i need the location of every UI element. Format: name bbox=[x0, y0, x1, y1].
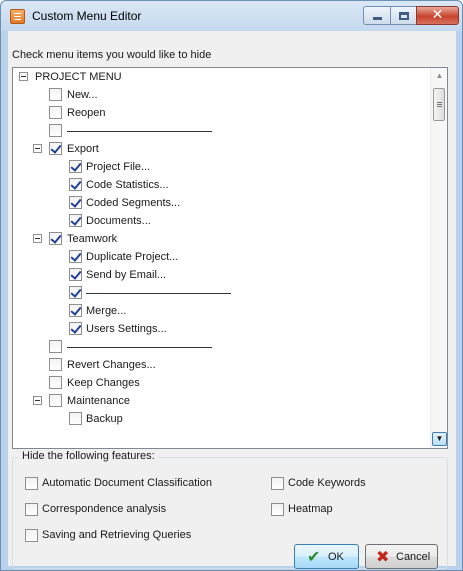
tree-item-label: Code Statistics... bbox=[86, 179, 169, 191]
tree-item[interactable] bbox=[13, 284, 423, 302]
minimize-icon bbox=[373, 17, 382, 20]
window-title: Custom Menu Editor bbox=[32, 9, 142, 23]
tree-item-label: Export bbox=[67, 143, 99, 155]
tree-item-label: Backup bbox=[86, 413, 123, 425]
tree-item-checkbox[interactable] bbox=[49, 394, 62, 407]
tree-item[interactable]: Duplicate Project... bbox=[13, 248, 423, 266]
cancel-x-icon: ✖ bbox=[376, 547, 390, 566]
collapse-icon[interactable] bbox=[19, 72, 28, 81]
collapse-icon[interactable] bbox=[33, 396, 42, 405]
tree-item[interactable]: Maintenance bbox=[13, 392, 423, 410]
ok-button-label: OK bbox=[328, 551, 344, 563]
tree-item[interactable]: Send by Email... bbox=[13, 266, 423, 284]
feature-label: Heatmap bbox=[288, 503, 333, 515]
menu-items-tree[interactable]: ▲ ▼ PROJECT MENU New... Reopen Export Projec… bbox=[12, 67, 448, 449]
tree-item-checkbox[interactable] bbox=[49, 124, 62, 137]
features-group-title: Hide the following features: bbox=[19, 450, 158, 462]
maximize-icon bbox=[399, 12, 409, 20]
tree-item-checkbox[interactable] bbox=[69, 196, 82, 209]
tree-item[interactable]: Reopen bbox=[13, 104, 423, 122]
tree-item-checkbox[interactable] bbox=[49, 142, 62, 155]
tree-item-checkbox[interactable] bbox=[69, 250, 82, 263]
tree-item-checkbox[interactable] bbox=[69, 178, 82, 191]
tree-item-label: Revert Changes... bbox=[67, 359, 156, 371]
feature-label: Automatic Document Classification bbox=[42, 477, 212, 489]
tree-item-label: Keep Changes bbox=[67, 377, 140, 389]
feature-label: Code Keywords bbox=[288, 477, 366, 489]
scroll-thumb[interactable] bbox=[433, 88, 445, 121]
tree-item[interactable]: Coded Segments... bbox=[13, 194, 423, 212]
tree-item-label: Maintenance bbox=[67, 395, 130, 407]
tree-item-checkbox[interactable] bbox=[69, 268, 82, 281]
cancel-button[interactable]: ✖ Cancel bbox=[365, 544, 438, 569]
tree-item-label: Duplicate Project... bbox=[86, 251, 179, 263]
tree-item[interactable]: PROJECT MENU bbox=[13, 68, 423, 86]
tree-item-checkbox[interactable] bbox=[69, 322, 82, 335]
feature-checkbox[interactable] bbox=[25, 503, 38, 516]
tree-item[interactable] bbox=[13, 122, 423, 140]
tree-item-label: PROJECT MENU bbox=[35, 71, 122, 83]
tree-item-label: Documents... bbox=[86, 215, 151, 227]
tree-item-checkbox[interactable] bbox=[69, 214, 82, 227]
scroll-up-icon[interactable]: ▲ bbox=[431, 68, 447, 84]
tree-item[interactable]: Merge... bbox=[13, 302, 423, 320]
app-menu-icon bbox=[10, 9, 25, 24]
collapse-icon[interactable] bbox=[33, 234, 42, 243]
tree-item-checkbox[interactable] bbox=[69, 286, 82, 299]
tree-item[interactable] bbox=[13, 338, 423, 356]
tree-item-checkbox[interactable] bbox=[49, 88, 62, 101]
tree-item[interactable]: Teamwork bbox=[13, 230, 423, 248]
dialog-body: Check menu items you would like to hide … bbox=[8, 31, 456, 569]
tree-item[interactable]: Project File... bbox=[13, 158, 423, 176]
collapse-icon[interactable] bbox=[33, 144, 42, 153]
close-button[interactable]: ✕ bbox=[416, 6, 459, 25]
feature-checkbox[interactable] bbox=[271, 477, 284, 490]
tree-item-label: Reopen bbox=[67, 107, 106, 119]
tree-item[interactable]: Revert Changes... bbox=[13, 356, 423, 374]
tree-vertical-scrollbar[interactable]: ▲ ▼ bbox=[430, 68, 447, 448]
feature-label: Saving and Retrieving Queries bbox=[42, 529, 192, 541]
checkmark-icon: ✔ bbox=[307, 547, 321, 566]
tree-item[interactable]: Keep Changes bbox=[13, 374, 423, 392]
feature-label: Correspondence analysis bbox=[42, 503, 167, 515]
tree-item[interactable]: Code Statistics... bbox=[13, 176, 423, 194]
title-bar[interactable]: Custom Menu Editor ✕ bbox=[1, 1, 462, 31]
tree-item-checkbox[interactable] bbox=[49, 376, 62, 389]
tree-item-checkbox[interactable] bbox=[69, 304, 82, 317]
custom-menu-editor-window: Custom Menu Editor ✕ Check menu items yo… bbox=[0, 0, 463, 571]
tree-item-label: Coded Segments... bbox=[86, 197, 181, 209]
tree-item[interactable]: Export bbox=[13, 140, 423, 158]
tree-item[interactable]: Backup bbox=[13, 410, 423, 428]
close-icon: ✕ bbox=[431, 7, 444, 23]
tree-item-label: Users Settings... bbox=[86, 323, 167, 335]
separator-line bbox=[67, 131, 212, 132]
ok-button[interactable]: ✔ OK bbox=[294, 544, 359, 569]
separator-line bbox=[86, 293, 231, 294]
tree-item[interactable]: New... bbox=[13, 86, 423, 104]
tree-item-checkbox[interactable] bbox=[49, 340, 62, 353]
instruction-label: Check menu items you would like to hide bbox=[12, 49, 212, 61]
scroll-down-icon[interactable]: ▼ bbox=[432, 432, 447, 446]
feature-checkbox[interactable] bbox=[271, 503, 284, 516]
tree-item-label: Project File... bbox=[86, 161, 151, 173]
feature-checkbox[interactable] bbox=[25, 529, 38, 542]
tree-item[interactable]: Documents... bbox=[13, 212, 423, 230]
feature-checkbox[interactable] bbox=[25, 477, 38, 490]
cancel-button-label: Cancel bbox=[396, 551, 431, 563]
tree-item-label: Teamwork bbox=[67, 233, 118, 245]
tree-item-label: Merge... bbox=[86, 305, 127, 317]
separator-line bbox=[67, 347, 212, 348]
tree-item-checkbox[interactable] bbox=[49, 106, 62, 119]
maximize-button[interactable] bbox=[390, 6, 417, 25]
minimize-button[interactable] bbox=[363, 6, 391, 25]
tree-item-checkbox[interactable] bbox=[69, 412, 82, 425]
tree-item-label: Send by Email... bbox=[86, 269, 167, 281]
tree-item-label: New... bbox=[67, 89, 98, 101]
tree-item-checkbox[interactable] bbox=[49, 232, 62, 245]
tree-item-checkbox[interactable] bbox=[49, 358, 62, 371]
tree-item[interactable]: Users Settings... bbox=[13, 320, 423, 338]
tree-item-checkbox[interactable] bbox=[69, 160, 82, 173]
